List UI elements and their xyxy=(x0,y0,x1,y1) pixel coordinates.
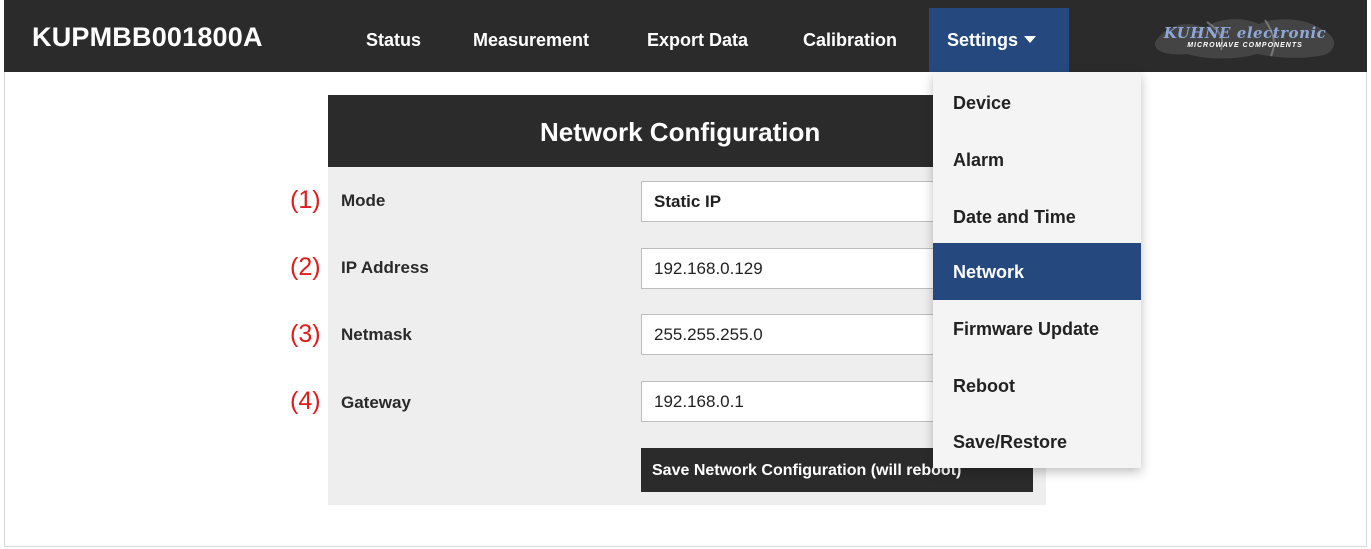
mode-label: Mode xyxy=(341,191,386,210)
ip-address-label: IP Address xyxy=(341,258,429,277)
ip-address-value: 192.168.0.129 xyxy=(654,259,763,278)
menu-item-reboot[interactable]: Reboot xyxy=(933,357,1141,414)
ip-address-input[interactable]: 192.168.0.129 xyxy=(641,248,941,289)
menu-item-firmware-update[interactable]: Firmware Update xyxy=(933,300,1141,357)
annotation-number-3: (3) xyxy=(290,320,321,348)
nav-export-data[interactable]: Export Data xyxy=(647,30,748,51)
netmask-value: 255.255.255.0 xyxy=(654,325,763,344)
nav-calibration[interactable]: Calibration xyxy=(803,30,897,51)
menu-item-device[interactable]: Device xyxy=(933,72,1141,129)
nav-settings-label: Settings xyxy=(947,30,1019,50)
gateway-input[interactable]: 192.168.0.1 xyxy=(641,381,941,422)
nav-measurement[interactable]: Measurement xyxy=(473,30,589,51)
mode-value: Static IP xyxy=(654,192,722,211)
brand-title: KUPMBB001800A xyxy=(32,22,263,52)
settings-dropdown: Device Alarm Date and Time Network Firmw… xyxy=(933,72,1141,468)
menu-item-save-restore[interactable]: Save/Restore xyxy=(933,414,1141,471)
annotation-number-4: (4) xyxy=(290,387,321,415)
logo-subtext: MICROWAVE COMPONENTS xyxy=(1187,42,1303,49)
menu-item-alarm[interactable]: Alarm xyxy=(933,129,1141,186)
nav-settings[interactable]: Settings xyxy=(929,8,1069,72)
panel-title: Network Configuration xyxy=(540,117,821,147)
nav-status[interactable]: Status xyxy=(366,30,421,51)
mode-select[interactable]: Static IP xyxy=(641,181,941,222)
logo-text: KUHNE electronic xyxy=(1163,24,1327,42)
menu-item-date-and-time[interactable]: Date and Time xyxy=(933,186,1141,243)
caret-down-icon xyxy=(1024,36,1037,43)
gateway-label: Gateway xyxy=(341,393,411,412)
annotation-number-1: (1) xyxy=(290,186,321,214)
netmask-input[interactable]: 255.255.255.0 xyxy=(641,314,941,355)
menu-item-network[interactable]: Network xyxy=(933,243,1141,300)
netmask-label: Netmask xyxy=(341,325,412,344)
annotation-number-2: (2) xyxy=(290,253,321,281)
gateway-value: 192.168.0.1 xyxy=(654,392,744,411)
